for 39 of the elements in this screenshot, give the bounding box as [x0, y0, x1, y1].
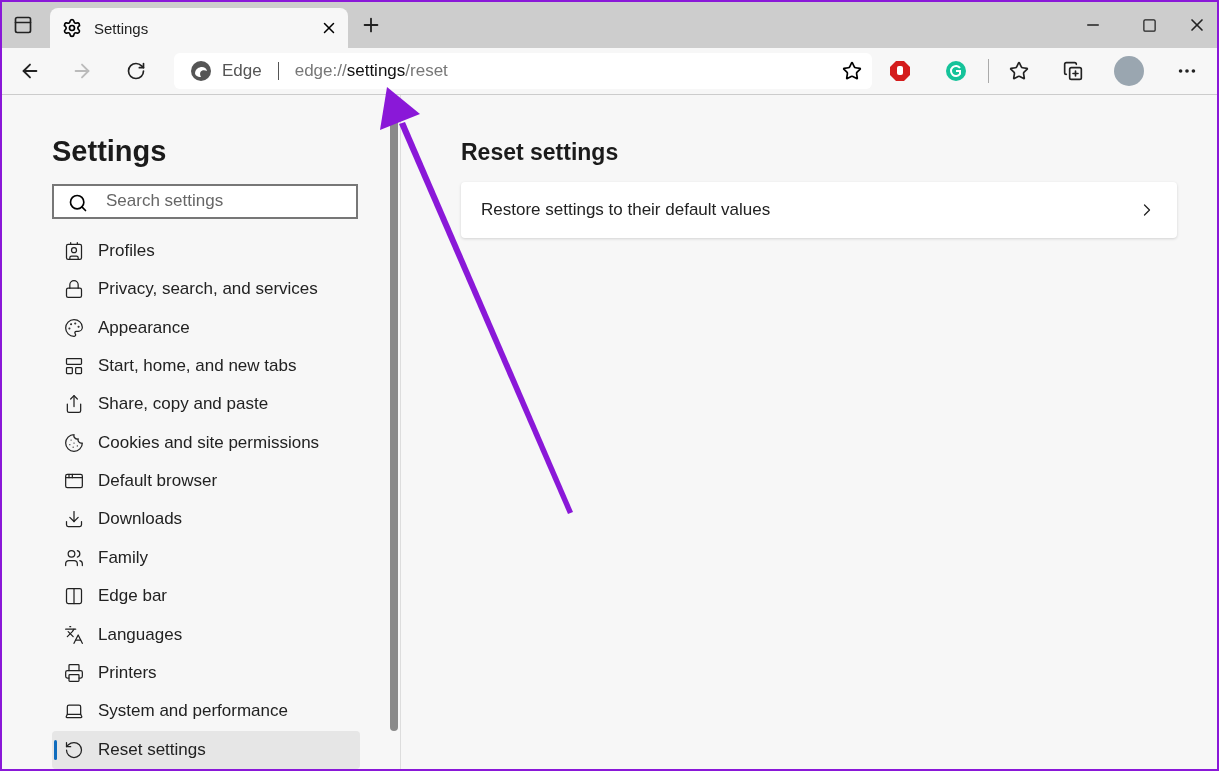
sidebar-item[interactable]: Family: [52, 538, 360, 578]
sidebar-item[interactable]: System and performance: [52, 692, 360, 731]
scrollbar[interactable]: [388, 95, 401, 769]
address-bar[interactable]: Edge edge://settings/reset: [174, 53, 872, 89]
sidebar-item[interactable]: Languages: [52, 615, 360, 654]
reset-icon: [64, 739, 84, 760]
section-title: Reset settings: [461, 139, 620, 166]
tab-title: Settings: [94, 19, 150, 37]
sidebar-item[interactable]: Cookies and site permissions: [52, 423, 360, 462]
sidebar-item[interactable]: Start, home, and new tabs: [52, 346, 360, 386]
browser-logo-icon: [190, 60, 212, 82]
search-field[interactable]: Search settings: [52, 184, 358, 219]
sidebar-item[interactable]: Profiles: [52, 231, 360, 270]
sidebar-item[interactable]: Privacy, search, and services: [52, 269, 360, 309]
columns-icon: [64, 586, 84, 607]
settings-icon: [62, 18, 82, 38]
printer-icon: [64, 663, 84, 683]
palette-icon: [64, 317, 84, 338]
site-label: Edge: [222, 61, 262, 81]
add-favorite-icon[interactable]: [842, 61, 862, 81]
sidebar-item[interactable]: Share, copy and paste: [52, 385, 360, 424]
sidebar-item[interactable]: Edge bar: [52, 577, 360, 616]
layout-icon: [64, 355, 84, 376]
sidebar-item[interactable]: Reset settings: [52, 730, 360, 769]
share-icon: [64, 394, 84, 415]
download-icon: [64, 509, 84, 530]
settings-row[interactable]: Restore settings to their default values: [461, 182, 1177, 238]
people-icon: [64, 547, 84, 568]
cookie-icon: [64, 432, 84, 453]
sidebar-item[interactable]: Printers: [52, 653, 360, 693]
url-text: edge://settings/reset: [294, 61, 449, 81]
sidebar-item[interactable]: Downloads: [52, 500, 360, 539]
lock-icon: [64, 279, 84, 300]
sidebar-title: Settings: [52, 135, 168, 168]
sidebar-item[interactable]: Default browser: [52, 461, 360, 501]
browser-tab[interactable]: Settings: [50, 8, 348, 48]
profile-icon: [64, 240, 84, 261]
sidebar-item[interactable]: Appearance: [52, 308, 360, 347]
languages-icon: [64, 624, 84, 645]
